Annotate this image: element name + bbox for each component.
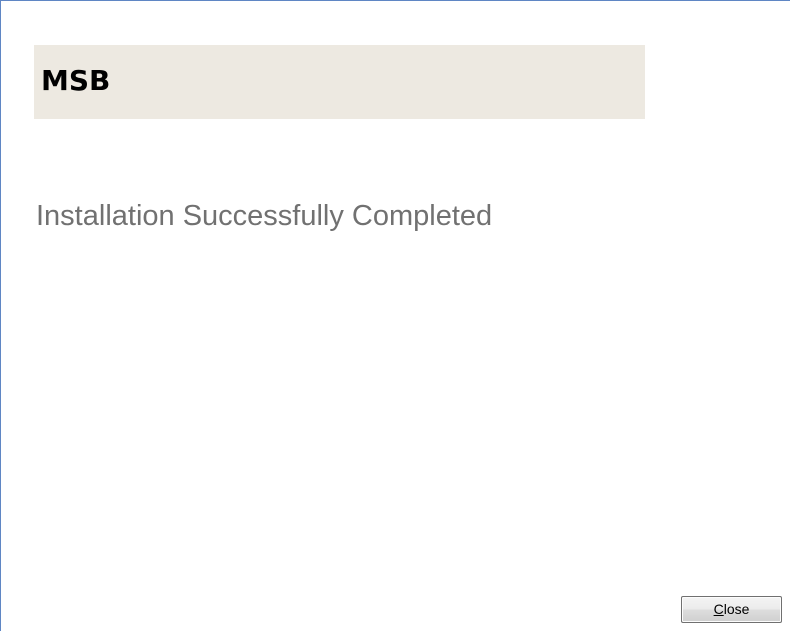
installer-window: MSB Installation Successfully Completed … <box>0 0 790 631</box>
status-message: Installation Successfully Completed <box>36 200 493 232</box>
close-button-label: lose <box>723 601 750 617</box>
product-title: MSB <box>41 64 111 97</box>
header-banner: MSB <box>34 45 645 119</box>
close-button-mnemonic: C <box>713 601 724 617</box>
close-button[interactable]: Close <box>681 596 782 623</box>
